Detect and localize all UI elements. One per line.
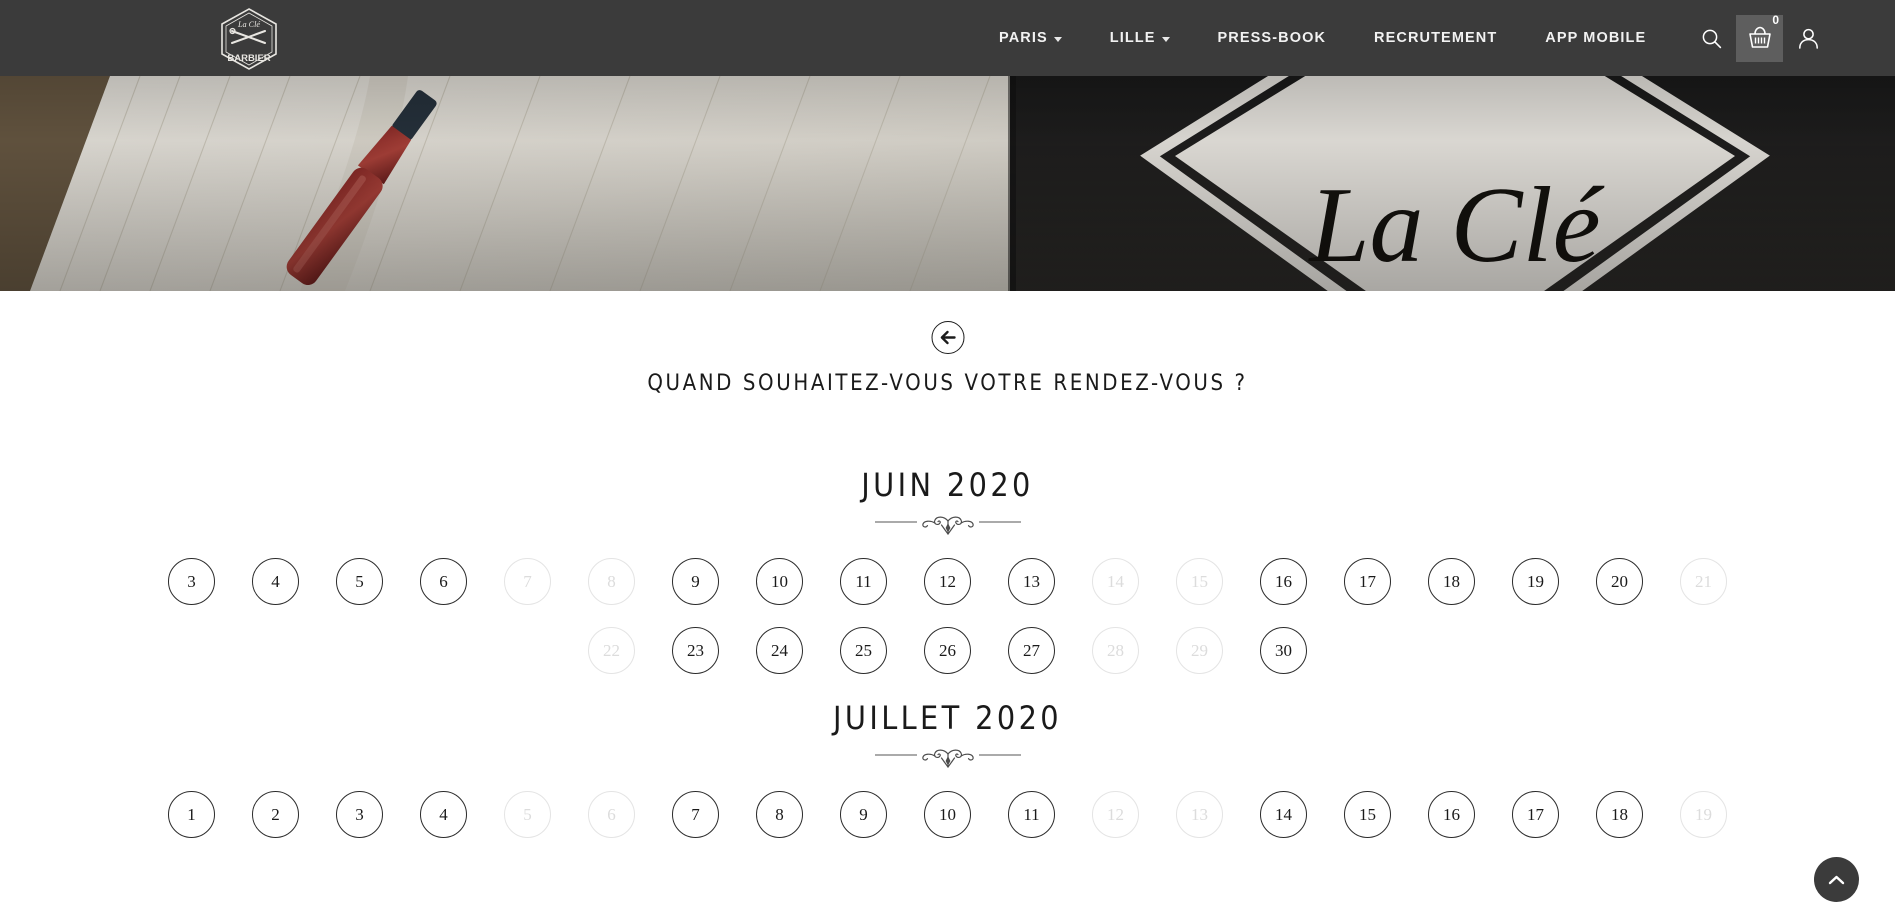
ornament-divider [0, 514, 1895, 536]
site-header: La Clé BARBIER PARIS LILLE PRESS-BOOK RE… [0, 0, 1895, 76]
day-available[interactable]: 16 [1428, 791, 1475, 838]
day-available[interactable]: 10 [756, 558, 803, 605]
days-row: 3 4 5 6 7 8 9 10 11 12 13 14 15 16 17 18 19 20 21 [0, 558, 1895, 605]
day-available[interactable]: 8 [756, 791, 803, 838]
day-available[interactable]: 9 [840, 791, 887, 838]
day-unavailable: 22 [588, 627, 635, 674]
day-available[interactable]: 23 [672, 627, 719, 674]
day-available[interactable]: 16 [1260, 558, 1307, 605]
day-available[interactable]: 18 [1596, 791, 1643, 838]
day-available[interactable]: 17 [1512, 791, 1559, 838]
back-button[interactable] [931, 321, 964, 354]
basket-icon [1748, 26, 1771, 48]
nav-item-recrutement[interactable]: RECRUTEMENT [1350, 30, 1521, 46]
day-available[interactable]: 10 [924, 791, 971, 838]
day-unavailable: 15 [1176, 558, 1223, 605]
page-title: QUAND SOUHAITEZ-VOUS VOTRE RENDEZ-VOUS ? [647, 371, 1248, 396]
day-available[interactable]: 12 [924, 558, 971, 605]
day-available[interactable]: 17 [1344, 558, 1391, 605]
day-available[interactable]: 4 [252, 558, 299, 605]
day-available[interactable]: 14 [1260, 791, 1307, 838]
day-available[interactable]: 9 [672, 558, 719, 605]
day-available[interactable]: 18 [1428, 558, 1475, 605]
cart-button[interactable]: 0 [1736, 12, 1783, 62]
user-icon [1798, 28, 1818, 49]
chevron-down-icon [1161, 36, 1170, 42]
day-available[interactable]: 24 [756, 627, 803, 674]
svg-text:La Clé: La Clé [237, 20, 260, 29]
header-icon-group: 0 [1696, 0, 1823, 76]
days-row: 1 2 3 4 5 6 7 8 9 10 11 12 13 14 15 16 17 18 19 [0, 791, 1895, 838]
nav-item-label: PRESS-BOOK [1217, 30, 1327, 46]
month-title: JUILLET 2020 [832, 699, 1063, 737]
cart-count-badge: 0 [1772, 12, 1779, 27]
day-available[interactable]: 15 [1344, 791, 1391, 838]
day-available[interactable]: 2 [252, 791, 299, 838]
day-unavailable: 7 [504, 558, 551, 605]
chevron-down-icon [1053, 36, 1062, 42]
day-unavailable: 14 [1092, 558, 1139, 605]
day-available[interactable]: 3 [168, 558, 215, 605]
day-available[interactable]: 7 [672, 791, 719, 838]
main-navigation: PARIS LILLE PRESS-BOOK RECRUTEMENT APP M… [975, 0, 1670, 76]
month-block-juin: JUIN 2020 3 4 5 6 7 8 9 10 11 12 13 14 15 16 17 18 19 20 2… [0, 466, 1895, 674]
nav-item-label: APP MOBILE [1545, 30, 1647, 46]
day-unavailable: 8 [588, 558, 635, 605]
day-unavailable: 12 [1092, 791, 1139, 838]
day-available[interactable]: 5 [336, 558, 383, 605]
nav-item-label: PARIS [999, 30, 1048, 46]
hero-overlay [0, 76, 1895, 291]
svg-text:BARBIER: BARBIER [227, 53, 270, 64]
day-available[interactable]: 27 [1008, 627, 1055, 674]
flourish-icon [874, 516, 1021, 535]
site-logo[interactable]: La Clé BARBIER [218, 8, 280, 70]
day-available[interactable]: 13 [1008, 558, 1055, 605]
logo-hexagon-icon: La Clé BARBIER [221, 8, 277, 70]
day-available[interactable]: 19 [1512, 558, 1559, 605]
month-block-juillet: JUILLET 2020 1 2 3 4 5 6 7 8 9 10 11 12 13 14 15 16 17 18… [0, 699, 1895, 838]
day-available[interactable]: 6 [420, 558, 467, 605]
day-available[interactable]: 4 [420, 791, 467, 838]
back-arrow-icon [940, 330, 956, 345]
hero-banner: La Clé [0, 76, 1895, 291]
chevron-up-icon [1828, 875, 1845, 884]
nav-item-app-mobile[interactable]: APP MOBILE [1521, 30, 1670, 46]
days-row: 22 23 24 25 26 27 28 29 30 [0, 627, 1895, 674]
nav-item-label: LILLE [1109, 30, 1156, 46]
account-button[interactable] [1793, 23, 1823, 53]
day-available[interactable]: 1 [168, 791, 215, 838]
day-available[interactable]: 3 [336, 791, 383, 838]
day-unavailable: 21 [1680, 558, 1727, 605]
month-title: JUIN 2020 [861, 466, 1034, 504]
nav-item-paris[interactable]: PARIS [975, 30, 1086, 46]
day-available[interactable]: 30 [1260, 627, 1307, 674]
nav-item-press-book[interactable]: PRESS-BOOK [1194, 30, 1351, 46]
nav-item-label: RECRUTEMENT [1374, 30, 1498, 46]
booking-main: QUAND SOUHAITEZ-VOUS VOTRE RENDEZ-VOUS ?… [0, 291, 1895, 920]
day-unavailable: 29 [1176, 627, 1223, 674]
day-available[interactable]: 20 [1596, 558, 1643, 605]
day-unavailable: 6 [588, 791, 635, 838]
day-unavailable: 28 [1092, 627, 1139, 674]
day-unavailable: 19 [1680, 791, 1727, 838]
day-unavailable: 13 [1176, 791, 1223, 838]
day-available[interactable]: 11 [840, 558, 887, 605]
ornament-divider [0, 747, 1895, 769]
nav-item-lille[interactable]: LILLE [1086, 30, 1194, 46]
search-icon [1702, 29, 1721, 48]
day-unavailable: 5 [504, 791, 551, 838]
scroll-to-top-button[interactable] [1814, 857, 1859, 902]
day-available[interactable]: 25 [840, 627, 887, 674]
day-available[interactable]: 11 [1008, 791, 1055, 838]
search-button[interactable] [1696, 23, 1726, 53]
day-available[interactable]: 26 [924, 627, 971, 674]
flourish-icon [874, 749, 1021, 768]
